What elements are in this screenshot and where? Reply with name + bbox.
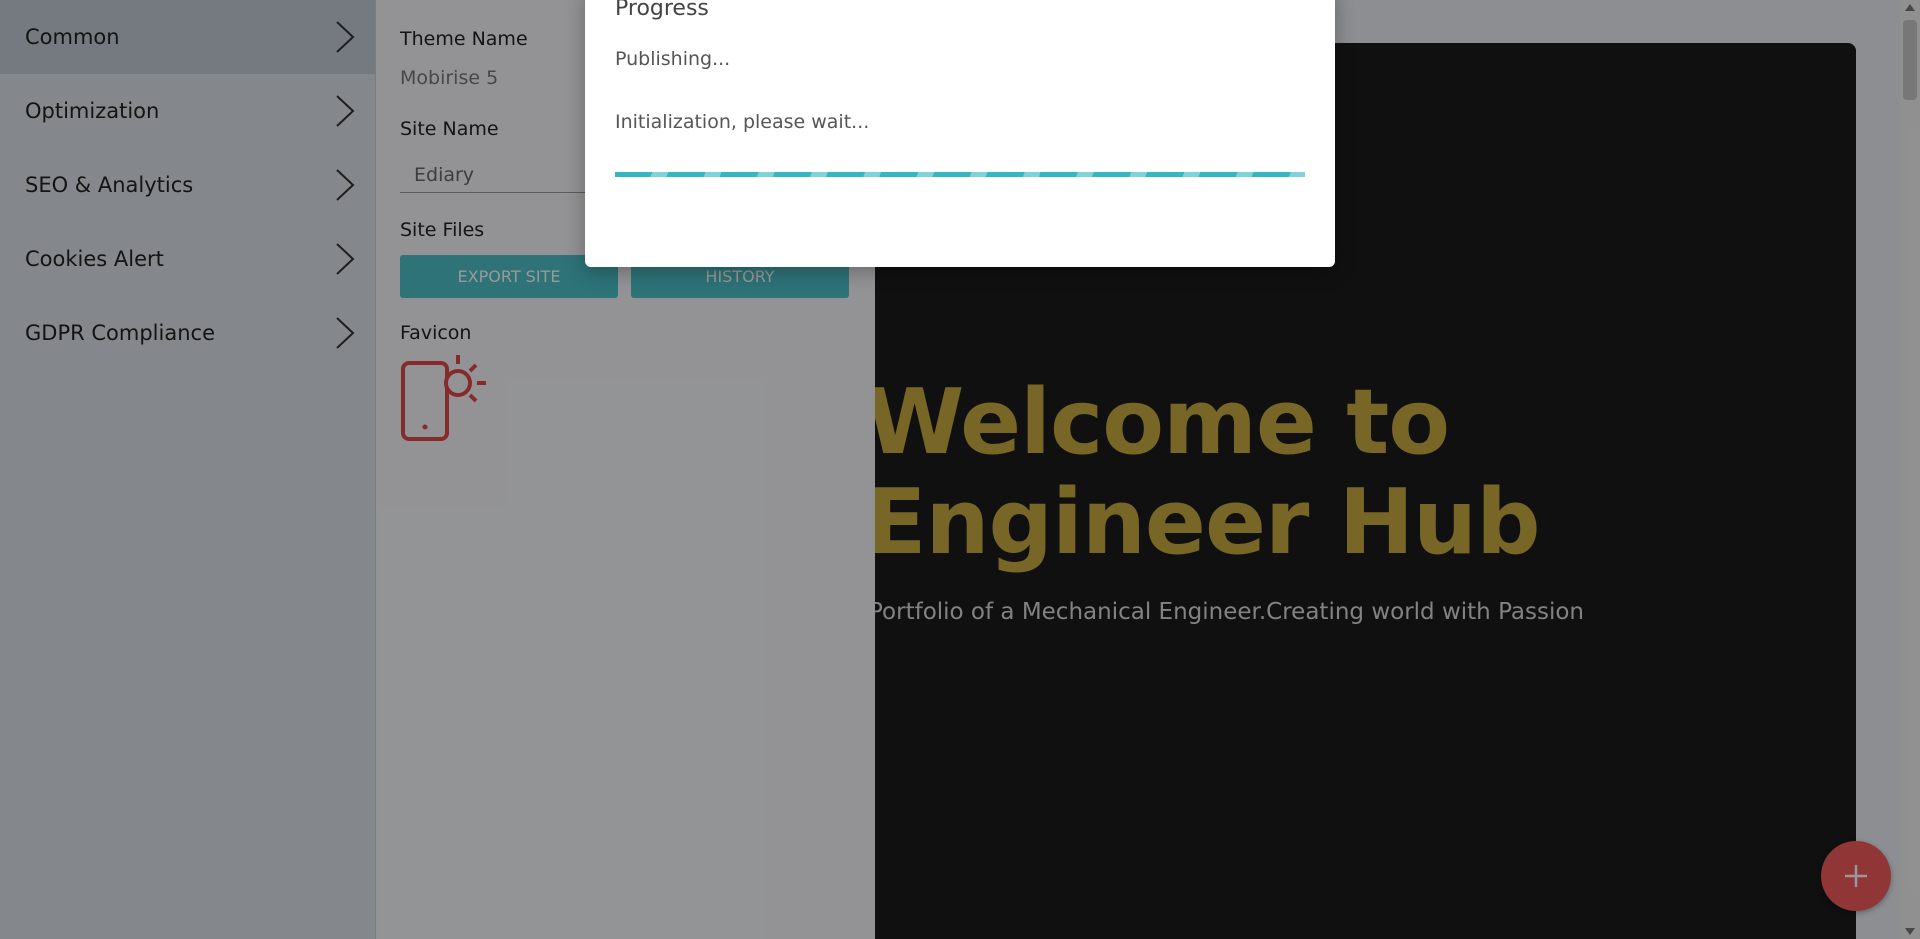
dialog-message: Initialization, please wait... (615, 111, 870, 133)
progress-bar (615, 172, 1305, 177)
progress-dialog: Progress Publishing... Initialization, p… (585, 0, 1335, 267)
progress-bar-fill (615, 172, 1305, 177)
dialog-title: Progress (615, 0, 709, 21)
dialog-status: Publishing... (615, 48, 731, 70)
